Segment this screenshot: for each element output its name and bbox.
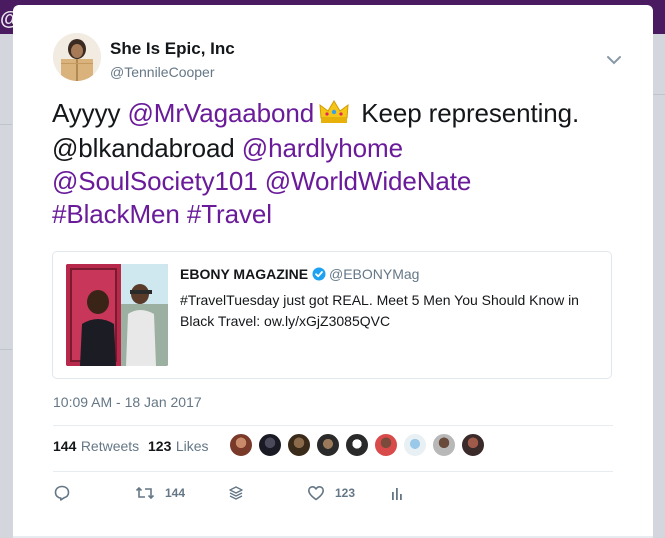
heart-icon	[308, 486, 324, 501]
hashtag-link[interactable]: #BlackMen	[52, 199, 180, 229]
liker-avatar[interactable]	[432, 433, 456, 457]
liker-avatar[interactable]	[287, 433, 311, 457]
author-avatar[interactable]	[53, 33, 101, 81]
retweet-count: 144	[165, 486, 186, 500]
tweet-header: She Is Epic, Inc @TennileCooper	[53, 33, 623, 85]
divider	[53, 471, 613, 472]
author-handle[interactable]: @TennileCooper	[110, 64, 215, 80]
retweet-icon	[135, 486, 155, 500]
quoted-author-name[interactable]: EBONY MAGAZINE	[180, 266, 308, 282]
analytics-icon	[392, 488, 402, 500]
tweet-timestamp[interactable]: 10:09 AM - 18 Jan 2017	[53, 394, 202, 410]
author-name[interactable]: She Is Epic, Inc	[110, 39, 235, 59]
mention-link[interactable]: @SoulSociety101	[52, 166, 258, 196]
like-count: 123	[335, 486, 356, 500]
quoted-tweet[interactable]: EBONY MAGAZINE @EBONYMag #TravelTuesday …	[52, 251, 612, 379]
like-button[interactable]: 123	[307, 483, 355, 503]
stack-icon	[229, 486, 243, 500]
retweets-stat[interactable]: 144 Retweets	[53, 438, 139, 456]
chevron-down-icon[interactable]	[605, 53, 623, 67]
crown-emoji-icon	[318, 98, 350, 132]
liker-avatar[interactable]	[461, 433, 485, 457]
likes-stat[interactable]: 123 Likes	[148, 438, 209, 456]
reply-icon	[54, 485, 70, 501]
reply-button[interactable]	[53, 483, 71, 503]
mention-link[interactable]: @WorldWideNate	[265, 166, 472, 196]
liker-avatar[interactable]	[258, 433, 282, 457]
liker-avatar[interactable]	[316, 433, 340, 457]
likes-label: Likes	[175, 438, 209, 454]
verified-badge-icon	[312, 267, 326, 286]
tweet-actions: 144 123	[53, 483, 613, 507]
divider	[53, 425, 613, 426]
hashtag-link[interactable]: #Travel	[187, 199, 272, 229]
tweet-text-segment: Ayyyy	[52, 98, 128, 128]
quoted-tweet-text: #TravelTuesday just got REAL. Meet 5 Men…	[180, 292, 579, 329]
stack-button[interactable]	[227, 483, 245, 503]
tweet-modal: She Is Epic, Inc @TennileCooper Ayyyy @M…	[13, 5, 653, 538]
likes-count: 123	[148, 438, 172, 454]
mention-link[interactable]: @hardlyhome	[242, 133, 403, 163]
retweets-count: 144	[53, 438, 77, 454]
quoted-tweet-image	[66, 264, 168, 366]
retweets-label: Retweets	[80, 438, 140, 454]
mention-link[interactable]: @MrVagaabond	[128, 98, 315, 128]
liker-avatar[interactable]	[229, 433, 253, 457]
liker-avatar[interactable]	[374, 433, 398, 457]
tweet-text: Ayyyy @MrVagaabond Keep representing. @b…	[52, 97, 632, 231]
quoted-author-handle[interactable]: @EBONYMag	[329, 266, 419, 282]
liker-avatar[interactable]	[403, 433, 427, 457]
analytics-button[interactable]	[389, 483, 405, 503]
retweet-button[interactable]: 144	[135, 483, 185, 503]
liker-avatar[interactable]	[345, 433, 369, 457]
